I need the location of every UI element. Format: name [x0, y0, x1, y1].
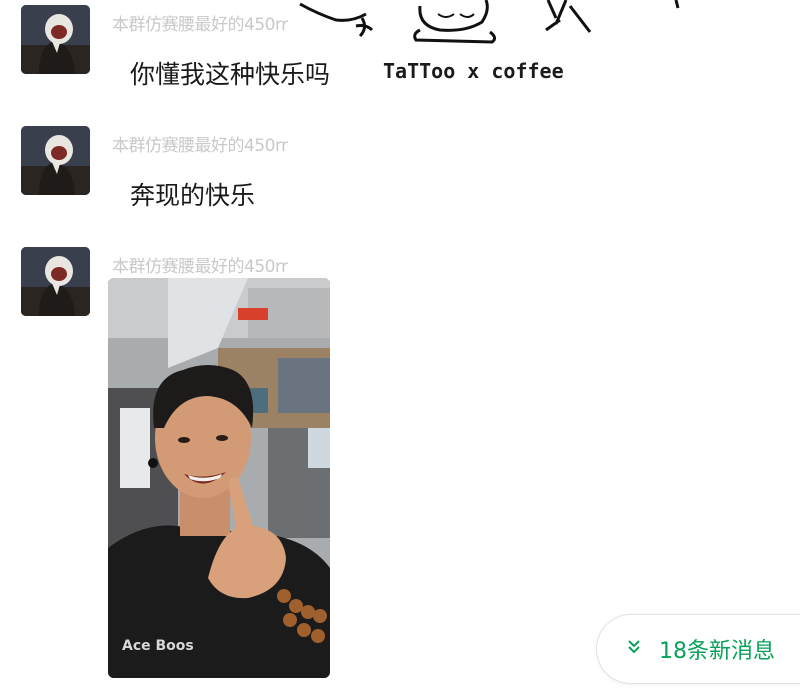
sender-avatar[interactable]	[21, 247, 90, 316]
double-chevron-down-icon	[627, 639, 641, 659]
selfie-photo[interactable]: Ace Boos	[108, 278, 330, 678]
message-text: 奔现的快乐	[130, 181, 256, 210]
sender-nickname: 本群仿赛腰最好的450rr	[112, 136, 288, 156]
sender-avatar[interactable]	[21, 5, 90, 74]
sender-avatar[interactable]	[21, 126, 90, 195]
message-text: 你懂我这种快乐吗	[130, 60, 331, 89]
new-messages-button[interactable]: 18条新消息	[596, 614, 800, 684]
sticker-caption: TaTToo x coffee	[383, 59, 564, 83]
new-messages-label: 18条新消息	[659, 639, 775, 664]
shirt-print-text: Ace Boos	[122, 638, 194, 654]
sender-nickname: 本群仿赛腰最好的450rr	[112, 257, 288, 277]
sender-nickname: 本群仿赛腰最好的450rr	[112, 15, 288, 35]
